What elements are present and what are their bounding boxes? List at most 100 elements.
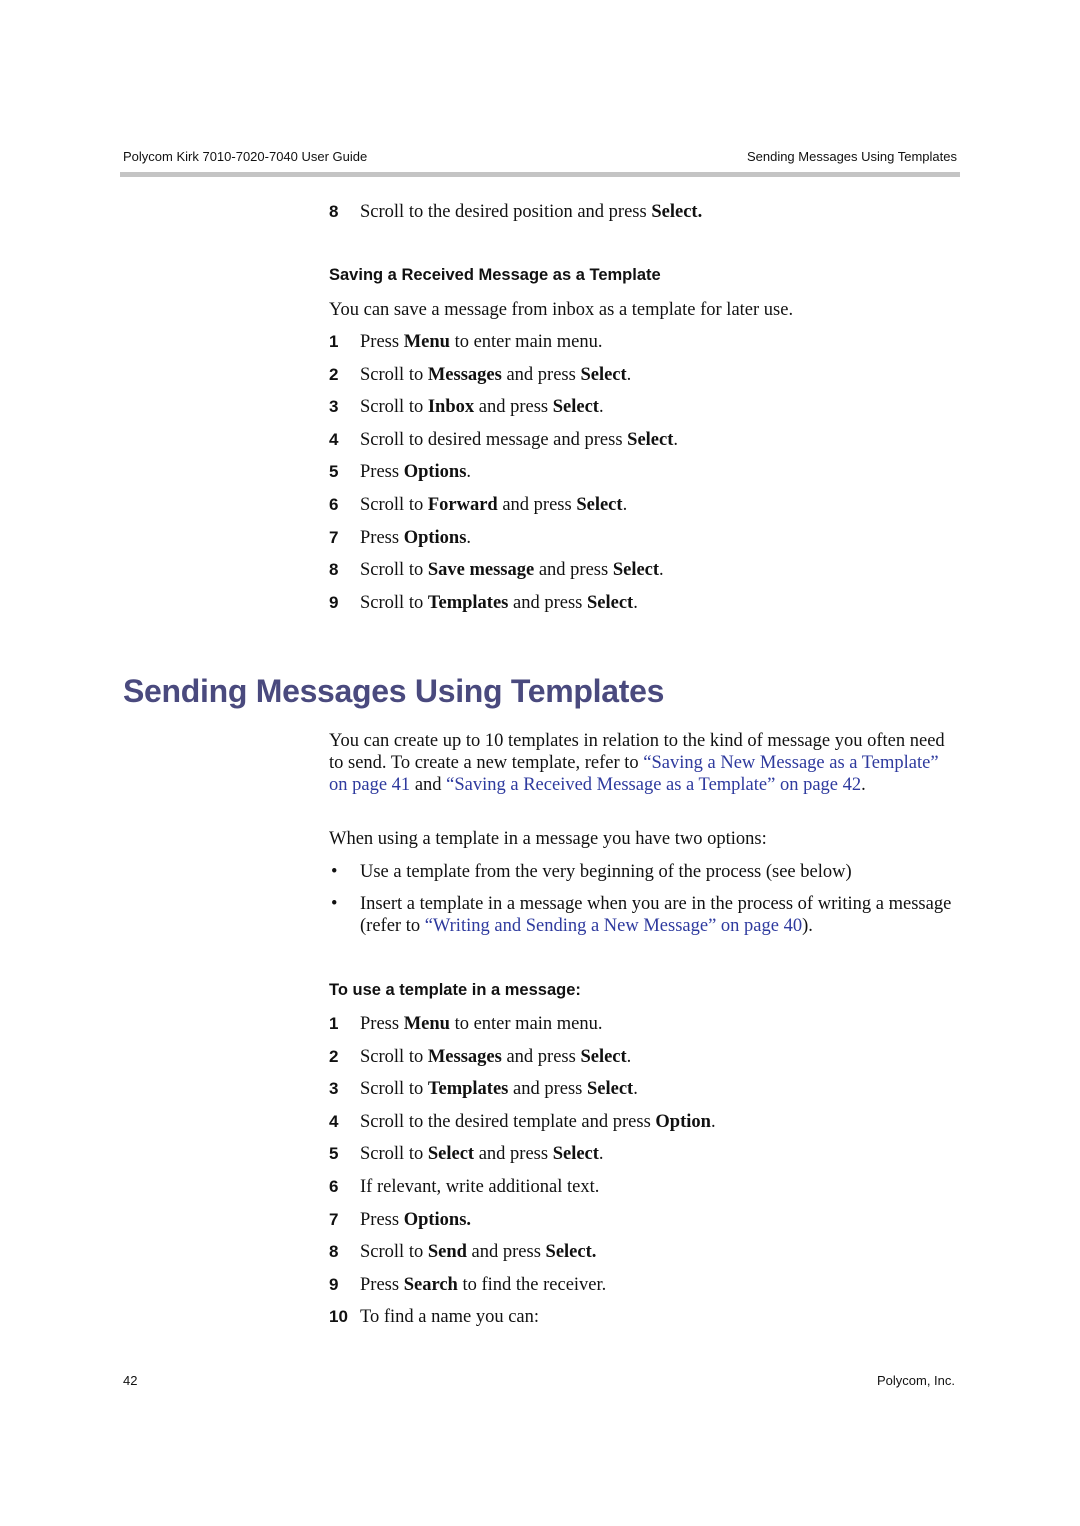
step-text: Scroll to the desired template and press… <box>360 1111 716 1133</box>
step-text-part: If relevant, write additional text. <box>360 1177 600 1197</box>
step-text: Scroll to Send and press Select. <box>360 1241 596 1263</box>
step-number: 5 <box>329 1144 339 1164</box>
running-section-title: Sending Messages Using Templates <box>746 149 957 164</box>
link-writing-new-message[interactable]: “Writing and Sending a New Message” on p… <box>425 916 802 936</box>
step-text-part: to find the receiver. <box>457 1274 607 1295</box>
page-number: 42 <box>123 1373 138 1388</box>
step-text-part: Press <box>360 462 404 483</box>
step-number: 8 <box>329 202 339 221</box>
document-title: Polycom Kirk 7010-7020-7040 User Guide <box>123 149 368 164</box>
step-text-part: Press <box>360 332 404 352</box>
step-text: Scroll to Templates and press Select. <box>360 1078 638 1100</box>
step-text-part: . <box>633 592 638 613</box>
step-text: Press Options. <box>360 461 471 483</box>
step-text-part: . <box>626 1046 632 1067</box>
step-text: Press Options. <box>360 1209 471 1231</box>
step-number: 4 <box>329 429 339 449</box>
step-text-part: . <box>659 560 664 581</box>
step-text-part: . <box>626 364 632 385</box>
step-text-part: Scroll to desired message and press <box>360 429 628 450</box>
step-text-bold: Select. <box>545 1242 597 1263</box>
procedure-heading: To use a template in a message: <box>329 981 581 999</box>
step-text-part: Press <box>360 527 404 548</box>
step-text-bold: Select <box>586 592 634 613</box>
link-saving-received-message[interactable]: “Saving a Received Message as a Template… <box>446 775 861 795</box>
step-text-part: Scroll to <box>360 1046 428 1067</box>
step-text: Scroll to Save message and press Select. <box>360 559 664 581</box>
step-number: 2 <box>329 1046 339 1066</box>
bullet-text: Insert a template in a message when you … <box>360 893 960 937</box>
step-text-bold: Messages <box>427 364 502 385</box>
step-text-bold: Options. <box>403 1209 472 1230</box>
options-intro-text: When using a template in a message you h… <box>329 829 767 849</box>
step-text-bold: Select <box>612 560 660 581</box>
step-text: Scroll to the desired position and press… <box>360 201 702 223</box>
step-text-part: . <box>466 462 472 483</box>
step-text-bold: Send <box>427 1242 467 1263</box>
step-number: 3 <box>329 397 339 417</box>
step-text-part: Scroll to <box>360 397 428 418</box>
step-number: 7 <box>329 1209 339 1229</box>
step-text-part: . <box>466 527 472 548</box>
step-text: Press Menu to enter main menu. <box>360 331 603 353</box>
step-text: Press Options. <box>360 527 471 549</box>
step-text-part: Scroll to the desired position and press <box>360 202 652 222</box>
step-text-part: Press <box>360 1209 404 1230</box>
step-text: Press Menu to enter main menu. <box>360 1013 603 1035</box>
step-number: 7 <box>329 527 339 547</box>
step-text: Scroll to Forward and press Select. <box>360 494 627 516</box>
step-number: 5 <box>329 462 339 482</box>
bullet-icon: • <box>331 894 338 914</box>
step-text-part: Scroll to <box>360 1079 428 1100</box>
step-text-part: Scroll to <box>360 495 428 515</box>
step-text: Scroll to Inbox and press Select. <box>360 396 604 418</box>
step-text-bold: Messages <box>427 1046 502 1067</box>
step-text-bold: Options <box>403 527 467 548</box>
step-text-part: and press <box>497 495 577 515</box>
step-text-part: . <box>598 1144 604 1165</box>
page-header: Polycom Kirk 7010-7020-7040 User Guide S… <box>123 149 957 169</box>
step-number: 6 <box>329 495 339 514</box>
step-text: To find a name you can: <box>360 1306 539 1328</box>
step-text-bold: Menu <box>403 332 450 352</box>
saving-received-message-heading: Saving a Received Message as a Template <box>329 266 661 284</box>
step-text-part: and press <box>534 560 613 581</box>
step-text-bold: Menu <box>403 1014 450 1034</box>
step-text-bold: Select <box>586 1079 634 1100</box>
step-text-part: and press <box>474 397 553 418</box>
step-number: 1 <box>329 1014 339 1033</box>
step-number: 2 <box>329 364 339 384</box>
step-text-part: to enter main menu. <box>449 332 603 352</box>
templates-intro-paragraph: You can create up to 10 templates in rel… <box>329 730 959 796</box>
section-title: Sending Messages Using Templates <box>123 673 665 709</box>
step-number: 9 <box>329 1274 339 1294</box>
step-text-part: Scroll to <box>360 1144 428 1165</box>
step-text-part: Scroll to <box>360 560 428 581</box>
step-text-bold: Select <box>580 364 627 385</box>
step-text-bold: Select <box>427 1144 475 1165</box>
step-number: 8 <box>329 1242 339 1262</box>
step-text-bold: Search <box>403 1274 458 1295</box>
intro-text: . <box>861 775 866 795</box>
step-number: 9 <box>329 592 339 612</box>
step-text-part: . <box>673 429 679 450</box>
bullet-icon: • <box>331 862 338 882</box>
company-name: Polycom, Inc. <box>876 1373 955 1388</box>
intro-text: and <box>410 775 447 795</box>
step-text-part: and press <box>501 364 581 385</box>
step-text-bold: Forward <box>427 495 498 515</box>
step-number: 6 <box>329 1177 339 1196</box>
step-text: If relevant, write additional text. <box>360 1176 599 1198</box>
step-text-bold: Select <box>576 495 623 515</box>
step-text-part: Scroll to <box>360 592 428 613</box>
step-number: 3 <box>329 1079 339 1099</box>
step-number: 10 <box>329 1307 348 1327</box>
bullet-text: Use a template from the very beginning o… <box>360 862 852 882</box>
step-text-part: . <box>633 1079 638 1100</box>
step-text-part: Press <box>360 1014 404 1034</box>
step-text: Scroll to desired message and press Sele… <box>360 429 678 451</box>
step-text-part: Scroll to <box>360 1242 428 1263</box>
step-text-bold: Option <box>655 1111 711 1132</box>
step-text-part: To find a name you can: <box>360 1307 540 1328</box>
step-text-bold: Templates <box>427 1079 509 1100</box>
